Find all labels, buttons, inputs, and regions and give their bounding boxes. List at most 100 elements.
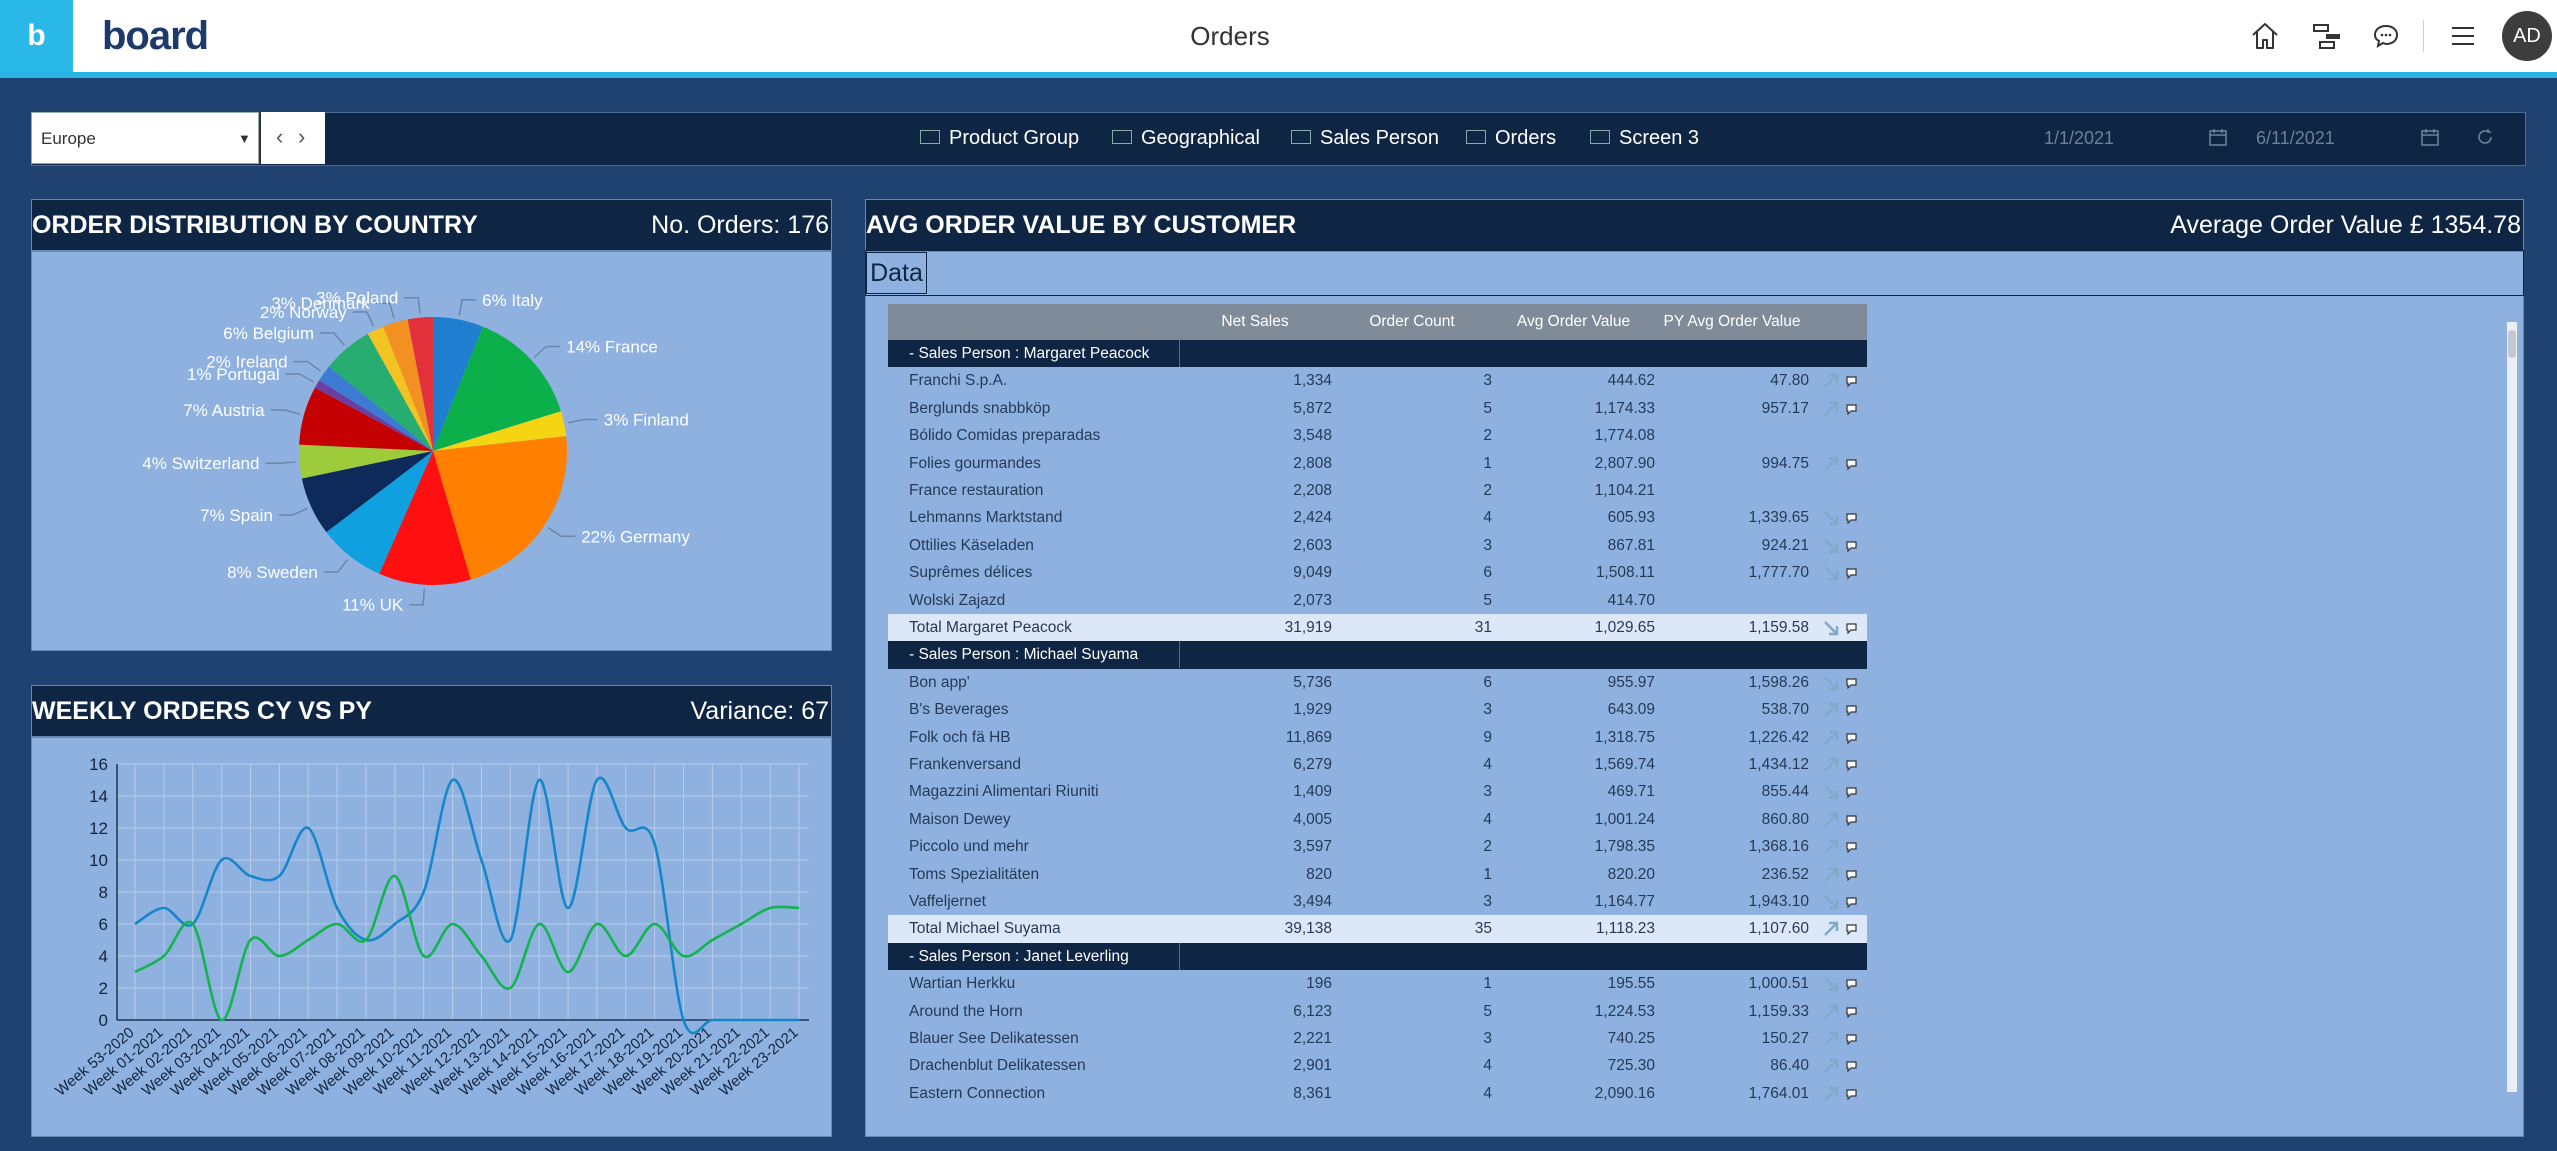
comment-icon[interactable]: [1845, 403, 1858, 415]
calendar-icon[interactable]: [2208, 127, 2228, 147]
hierarchy-icon[interactable]: [2311, 20, 2343, 52]
date-to-field[interactable]: 6/11/2021: [2256, 112, 2335, 164]
group-row[interactable]: - Sales Person : Janet Leverling: [888, 942, 1867, 971]
column-header-avg-order-value[interactable]: Avg Order Value: [1492, 304, 1655, 340]
app-logo[interactable]: b: [0, 0, 73, 72]
comment-icon[interactable]: [1845, 786, 1858, 799]
table-row[interactable]: Piccolo und mehr 3,597 2 1,798.35 1,368.16: [888, 833, 1867, 860]
table-row[interactable]: Suprêmes délices 9,049 6 1,508.11 1,777.70: [888, 559, 1867, 586]
total-row[interactable]: Total Margaret Peacock 31,919 31 1,029.65 1,…: [888, 614, 1867, 642]
tab-data[interactable]: Data: [866, 252, 927, 294]
table-row[interactable]: Berglunds snabbköp 5,872 5 1,174.33 957.17: [888, 395, 1867, 422]
net-sales-cell: 11,869: [1285, 728, 1332, 746]
chevron-right-icon[interactable]: ›: [298, 112, 305, 162]
comment-icon[interactable]: [1845, 512, 1858, 525]
pie-leader-line: [567, 418, 598, 424]
nav-item-product-group[interactable]: Product Group: [920, 112, 1079, 164]
home-icon[interactable]: [2249, 20, 2281, 52]
comment-icon[interactable]: [1845, 759, 1858, 771]
comment-icon[interactable]: [1845, 540, 1858, 552]
y-tick-label: 0: [99, 1011, 108, 1030]
column-header-py-avg-order-value[interactable]: PY Avg Order Value: [1655, 304, 1809, 340]
nav-bar: [31, 112, 2526, 166]
vertical-scrollbar[interactable]: [2507, 322, 2517, 1092]
comment-icon[interactable]: [1845, 567, 1858, 580]
comment-icon[interactable]: [1845, 1006, 1858, 1018]
table-row[interactable]: Lehmanns Marktstand 2,424 4 605.93 1,339.65: [888, 504, 1867, 531]
table-row[interactable]: Bon app' 5,736 6 955.97 1,598.26: [888, 669, 1867, 696]
table-row[interactable]: Bólido Comidas preparadas 3,548 2 1,774.08: [888, 422, 1867, 449]
table-row[interactable]: Folies gourmandes 2,808 1 2,807.90 994.75: [888, 450, 1867, 477]
order-count-cell: 3: [1483, 783, 1492, 801]
trend-up-icon: [1824, 757, 1839, 772]
comment-icon[interactable]: [1845, 1033, 1858, 1045]
region-select[interactable]: Europe ▼: [31, 112, 259, 164]
avatar[interactable]: AD: [2502, 11, 2552, 61]
nav-item-orders[interactable]: Orders: [1466, 112, 1556, 164]
comment-icon[interactable]: [1845, 1060, 1858, 1073]
pie-leader-line: [352, 311, 375, 327]
table-row[interactable]: Maison Dewey 4,005 4 1,001.24 860.80: [888, 806, 1867, 833]
py-avg-order-value-cell: 1,598.26: [1748, 673, 1809, 691]
group-row[interactable]: - Sales Person : Michael Suyama: [888, 641, 1867, 669]
table-row[interactable]: Wolski Zajazd 2,073 5 414.70: [888, 587, 1867, 614]
comment-icon[interactable]: [1845, 704, 1858, 717]
table-panel-title: AVG ORDER VALUE BY CUSTOMER: [866, 211, 1297, 239]
comment-icon[interactable]: [1845, 869, 1858, 881]
date-from-field[interactable]: 1/1/2021: [2044, 112, 2114, 164]
comment-icon[interactable]: [1845, 814, 1858, 826]
group-row[interactable]: - Sales Person : Margaret Peacock: [888, 340, 1867, 368]
calendar-icon[interactable]: [2420, 127, 2440, 147]
nav-item-sales-person[interactable]: Sales Person: [1291, 112, 1439, 164]
table-row[interactable]: Toms Spezialitäten 820 1 820.20 236.52: [888, 861, 1867, 888]
chevron-left-icon[interactable]: ‹: [276, 112, 283, 162]
table-row[interactable]: Around the Horn 6,123 5 1,224.53 1,159.33: [888, 998, 1867, 1025]
line-panel-header: WEEKLY ORDERS CY VS PY Variance: 67: [31, 685, 832, 737]
comment-icon[interactable]: [1845, 923, 1858, 936]
customer-cell: Ottilies Käseladen: [909, 536, 1034, 554]
table-row[interactable]: Ottilies Käseladen 2,603 3 867.81 924.21: [888, 532, 1867, 559]
comment-icon[interactable]: [1845, 1088, 1858, 1100]
table-row[interactable]: Franchi S.p.A. 1,334 3 444.62 47.80: [888, 367, 1867, 394]
pie-panel-title: ORDER DISTRIBUTION BY COUNTRY: [32, 211, 478, 239]
net-sales-cell: 39,138: [1284, 920, 1332, 938]
table-panel-header: AVG ORDER VALUE BY CUSTOMER Average Orde…: [865, 199, 2524, 251]
scrollbar-thumb[interactable]: [2508, 330, 2516, 358]
table-row[interactable]: B's Beverages 1,929 3 643.09 538.70: [888, 696, 1867, 723]
comment-icon[interactable]: [1845, 677, 1858, 689]
comment-icon[interactable]: [1845, 458, 1858, 470]
y-tick-label: 14: [89, 787, 108, 806]
net-sales-cell: 2,208: [1293, 482, 1332, 499]
comment-icon[interactable]: [1845, 622, 1858, 634]
table-row[interactable]: Eastern Connection 8,361 4 2,090.16 1,764.01: [888, 1080, 1867, 1107]
comment-icon[interactable]: [1845, 732, 1858, 744]
refresh-icon[interactable]: [2475, 127, 2495, 147]
py-avg-order-value-cell: 994.75: [1761, 454, 1809, 472]
table-row[interactable]: Frankenversand 6,279 4 1,569.74 1,434.12: [888, 751, 1867, 778]
column-header-order-count[interactable]: Order Count: [1332, 304, 1492, 340]
comment-icon[interactable]: [1845, 896, 1858, 908]
menu-icon[interactable]: [2447, 20, 2479, 52]
table-header-row: Net Sales Order Count Avg Order Value PY…: [888, 304, 1867, 340]
avg-order-value-cell: 867.81: [1607, 536, 1655, 554]
table-row[interactable]: Folk och fä HB 11,869 9 1,318.75 1,226.42: [888, 724, 1867, 751]
comment-icon[interactable]: [1845, 841, 1858, 854]
table-row[interactable]: Wartian Herkku 196 1 195.55 1,000.51: [888, 970, 1867, 997]
comment-icon[interactable]: [1845, 978, 1858, 991]
column-header-net-sales[interactable]: Net Sales: [1178, 304, 1332, 340]
chat-icon[interactable]: [2370, 20, 2402, 52]
trend-up-icon: [1824, 730, 1839, 745]
series-line-2[interactable]: [134, 874, 800, 1022]
net-sales-cell: 3,597: [1293, 838, 1332, 856]
total-row[interactable]: Total Michael Suyama 39,138 35 1,118.23 1,10…: [888, 915, 1867, 943]
table-row[interactable]: Vaffeljernet 3,494 3 1,164.77 1,943.10: [888, 888, 1867, 915]
nav-item-geographical[interactable]: Geographical: [1112, 112, 1260, 164]
table-row[interactable]: France restauration 2,208 2 1,104.21: [888, 477, 1867, 504]
avg-order-value-cell: 469.71: [1607, 783, 1655, 801]
order-count-cell: 2: [1483, 427, 1492, 445]
table-row[interactable]: Blauer See Delikatessen 2,221 3 740.25 150.2…: [888, 1025, 1867, 1052]
table-row[interactable]: Magazzini Alimentari Riuniti 1,409 3 469.71…: [888, 778, 1867, 805]
comment-icon[interactable]: [1845, 375, 1858, 388]
table-row[interactable]: Drachenblut Delikatessen 2,901 4 725.30 86.4…: [888, 1052, 1867, 1079]
nav-item-screen-3[interactable]: Screen 3: [1590, 112, 1699, 164]
